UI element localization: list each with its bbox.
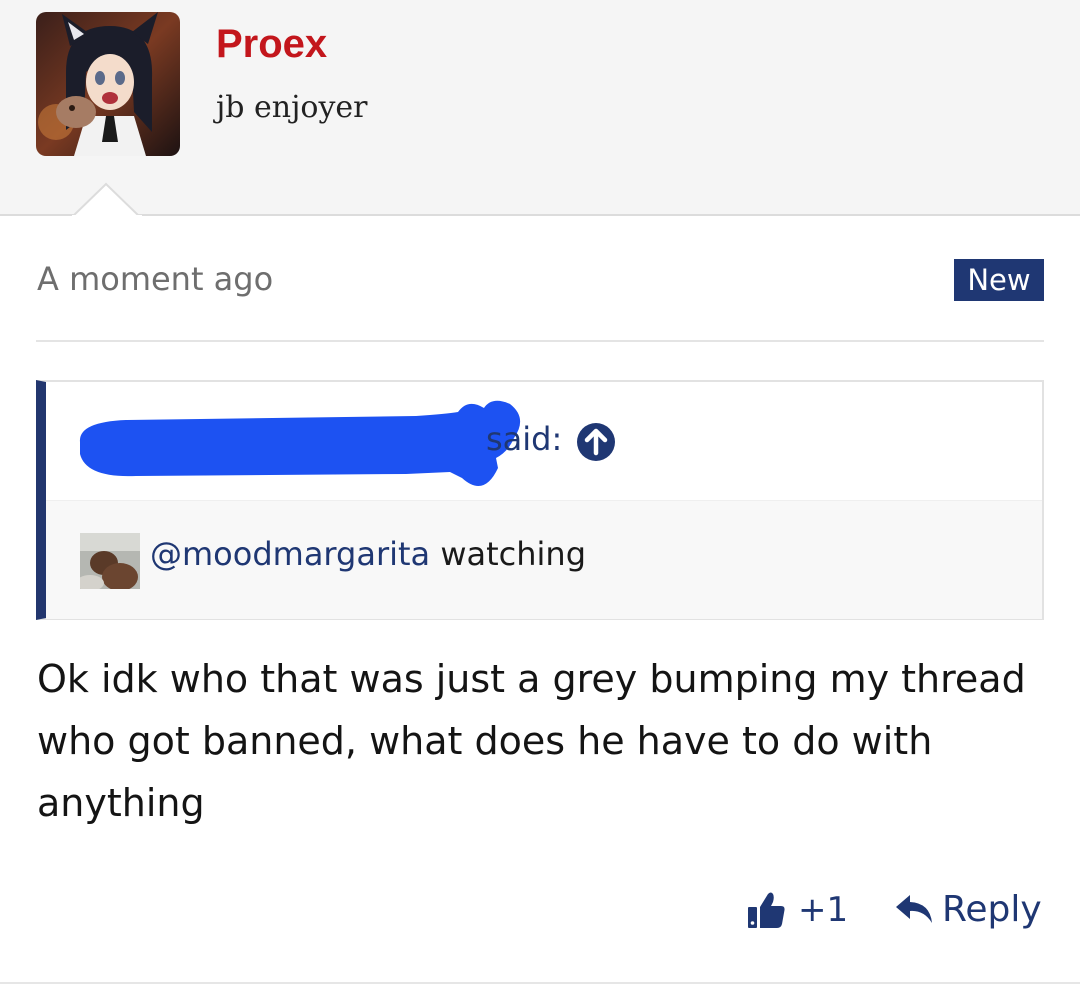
avatar-image bbox=[36, 12, 180, 156]
user-mention[interactable]: @moodmargarita bbox=[150, 535, 430, 573]
username[interactable]: Proex bbox=[216, 22, 327, 67]
quote-block: said: @moodmargarita watching bbox=[36, 380, 1044, 620]
meta-divider bbox=[36, 340, 1044, 342]
thumbs-up-icon bbox=[748, 892, 785, 928]
user-avatar[interactable] bbox=[36, 12, 180, 156]
reply-button[interactable]: Reply bbox=[894, 884, 1042, 934]
post-date[interactable]: A moment ago bbox=[37, 260, 273, 298]
user-header: Proex jb enjoyer bbox=[0, 0, 1080, 218]
reply-label: Reply bbox=[942, 888, 1042, 930]
arrow-up-icon[interactable] bbox=[576, 422, 616, 462]
quote-text: @moodmargarita watching bbox=[150, 535, 586, 573]
like-button[interactable]: +1 bbox=[746, 886, 848, 934]
mention-thumbnail-image bbox=[80, 533, 140, 589]
bottom-divider bbox=[0, 982, 1080, 984]
quote-header: said: bbox=[46, 382, 1042, 500]
quote-body: @moodmargarita watching bbox=[46, 500, 1042, 619]
header-notch bbox=[72, 182, 142, 218]
user-title: jb enjoyer bbox=[216, 90, 368, 125]
new-badge: New bbox=[954, 259, 1044, 301]
quote-message: watching bbox=[430, 535, 586, 573]
mention-thumbnail bbox=[80, 533, 140, 589]
redaction-scribble bbox=[79, 400, 521, 486]
post-body: Ok idk who that was just a grey bumping … bbox=[37, 657, 1026, 825]
reply-icon bbox=[896, 895, 932, 923]
quote-said-label: said: bbox=[486, 420, 563, 458]
like-count: +1 bbox=[798, 890, 849, 930]
